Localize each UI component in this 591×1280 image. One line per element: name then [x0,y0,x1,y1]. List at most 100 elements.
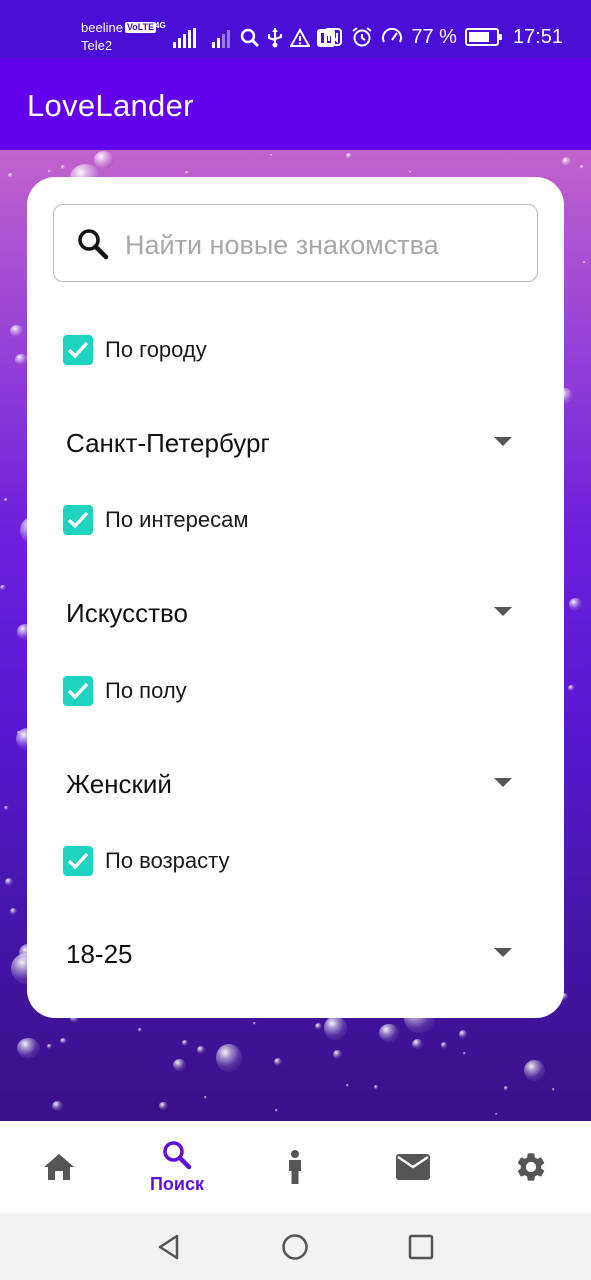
water-drop [411,1039,423,1049]
signal-icon-2 [211,28,230,48]
city-checkbox[interactable] [63,335,93,365]
city-filter-label: По городу [105,337,207,362]
water-drop [494,1112,498,1116]
water-drop [463,1051,467,1055]
search-placeholder: Найти новые знакомства [125,230,439,260]
water-drop [4,878,14,886]
clock: 17:51 [512,25,563,48]
alarm-icon [352,27,372,47]
water-drop [561,157,572,168]
volte-badge: VoLTE [124,22,157,33]
app-title: LoveLander [27,88,194,123]
dropdown-arrow-icon [494,948,512,957]
water-drop [333,1050,342,1059]
age-dropdown[interactable]: 18-25 [66,933,512,973]
dropdown-arrow-icon [494,607,512,616]
water-drop [159,1101,168,1111]
water-drop [274,1108,278,1112]
water-drop [345,153,352,160]
water-drop [458,1030,468,1040]
home-icon [44,1154,74,1180]
water-drop [551,1088,556,1092]
mail-icon [396,1154,430,1180]
app-bar: LoveLander [0,58,591,150]
water-drop [441,1042,447,1049]
water-drop [93,150,115,169]
usb-icon [267,28,282,48]
water-drop [138,1028,142,1033]
status-icons-left: 4G [155,22,336,48]
water-drop [216,1044,242,1073]
water-drop [524,1059,546,1082]
carrier-2: Tele2 [81,38,113,53]
battery-fill [468,32,489,42]
nav-messages[interactable] [354,1121,472,1213]
dropdown-arrow-icon [494,778,512,787]
nav-search[interactable]: Поиск [118,1121,236,1213]
status-bar: beeline VoLTE Tele2 4G 77 % 17:51 [0,0,591,58]
gender-dropdown-value: Женский [66,769,172,799]
filter-city-row[interactable]: По городу [63,334,207,366]
water-drop [379,1024,400,1043]
water-drop [315,1023,323,1031]
system-navigation-bar [0,1213,591,1280]
checkmark-icon [67,852,89,870]
search-icon [78,229,109,260]
water-drop [580,165,584,169]
interests-filter-label: По интересам [105,507,249,532]
water-drop [4,805,9,811]
checkmark-icon [67,341,89,359]
gender-checkbox[interactable] [63,676,93,706]
age-checkbox[interactable] [63,846,93,876]
home-button-icon[interactable] [281,1233,309,1261]
water-drop [0,584,7,591]
warning-icon [289,28,310,47]
water-drop [323,1015,347,1040]
water-drop [184,170,189,175]
water-drop [59,1038,67,1045]
recents-icon[interactable] [407,1233,435,1261]
battery-percent: 77 % [411,25,457,48]
water-drop [4,497,9,503]
water-drop [182,1040,189,1046]
water-drop [568,598,583,611]
gender-filter-label: По полу [105,678,187,703]
nfc-icon [324,28,343,46]
water-drop [203,1096,207,1099]
filter-interests-row[interactable]: По интересам [63,504,249,536]
filter-age-row[interactable]: По возрасту [63,845,229,877]
water-drop [582,260,586,265]
gender-dropdown[interactable]: Женский [66,763,512,803]
search-filter-card: Найти новые знакомства По городу Санкт-П… [27,177,564,1018]
network-type: 4G [155,21,166,30]
bottom-navigation: Поиск [0,1121,591,1213]
filter-gender-row[interactable]: По полу [63,675,187,707]
checkmark-icon [67,511,89,529]
water-drop [197,1046,205,1055]
age-dropdown-value: 18-25 [66,939,133,969]
nav-profile[interactable] [236,1121,354,1213]
water-drop [409,170,413,174]
nav-search-label: Поиск [149,1174,205,1194]
water-drop [8,172,13,178]
gear-icon [517,1153,545,1181]
nav-home[interactable] [0,1121,118,1213]
search-input[interactable]: Найти новые знакомства [53,204,538,282]
water-drop [9,907,17,915]
battery-icon [464,28,502,46]
interests-checkbox[interactable] [63,505,93,535]
interests-dropdown-value: Искусство [66,598,188,628]
water-drop [15,353,28,365]
search-status-icon [240,28,259,48]
nav-settings[interactable] [472,1121,590,1213]
water-drop [373,1085,379,1090]
water-drop [17,1037,41,1058]
water-drop [269,153,273,157]
back-icon[interactable] [155,1233,183,1261]
interests-dropdown[interactable]: Искусство [66,592,512,632]
dropdown-arrow-icon [494,437,512,446]
water-drop [61,165,66,170]
city-dropdown[interactable]: Санкт-Петербург [66,422,512,462]
signal-icon [172,28,196,48]
person-icon [289,1150,301,1184]
